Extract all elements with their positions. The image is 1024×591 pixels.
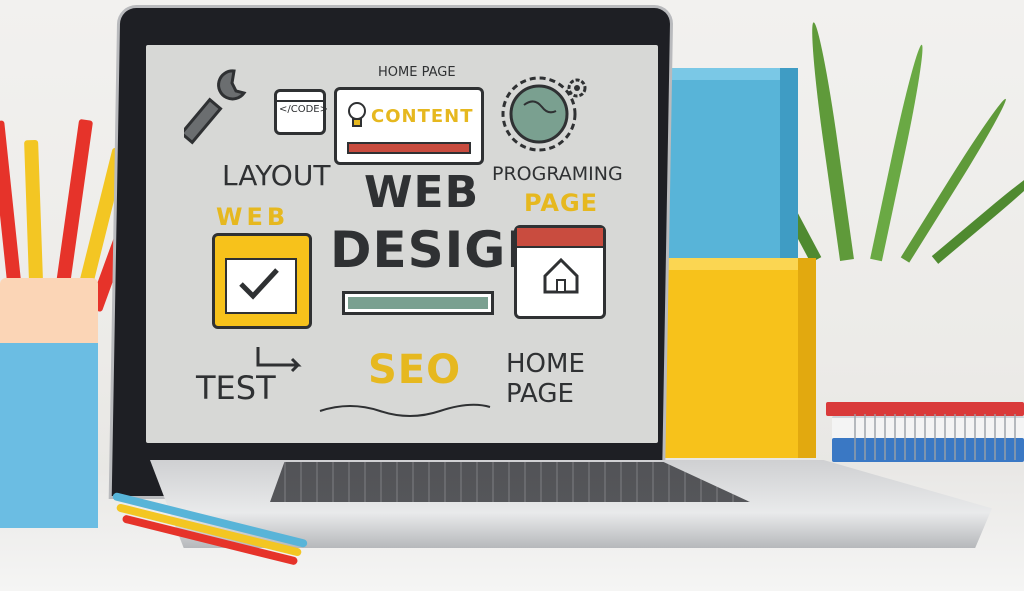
- checkmark-card: [212, 233, 312, 329]
- home-page-bottom-label: HOME PAGE: [506, 349, 585, 409]
- progress-bar: [342, 291, 494, 315]
- code-label: </CODE>: [279, 104, 328, 115]
- squiggle-underline: [319, 403, 491, 417]
- content-label: CONTENT: [371, 106, 474, 127]
- seo-label: SEO: [368, 347, 462, 393]
- blue-block: [648, 68, 798, 261]
- web-label: WEB: [216, 203, 290, 231]
- home-page-top-label: HOME PAGE: [378, 65, 456, 80]
- checkmark-icon: [239, 268, 279, 300]
- laptop-screen: </CODE> HOME PAGE CONTENT LAYOUT WEB PRO…: [146, 45, 658, 443]
- house-icon: [543, 257, 579, 294]
- wrench-icon: [184, 69, 247, 145]
- test-label: TEST: [196, 369, 276, 407]
- notebook-stack: [826, 402, 1024, 464]
- content-card: CONTENT: [334, 87, 484, 165]
- page-label: PAGE: [524, 189, 599, 217]
- lightbulb-icon: [348, 102, 366, 127]
- pencil-cup: [0, 278, 98, 528]
- house-card: [514, 225, 606, 319]
- programing-label: PROGRAMING: [492, 163, 623, 185]
- code-window: </CODE>: [274, 89, 328, 135]
- web-title: WEB: [364, 167, 480, 218]
- yellow-block: [660, 258, 816, 458]
- layout-label: LAYOUT: [222, 159, 331, 192]
- gear-icon: [567, 78, 587, 98]
- pens-on-desk: [110, 491, 330, 566]
